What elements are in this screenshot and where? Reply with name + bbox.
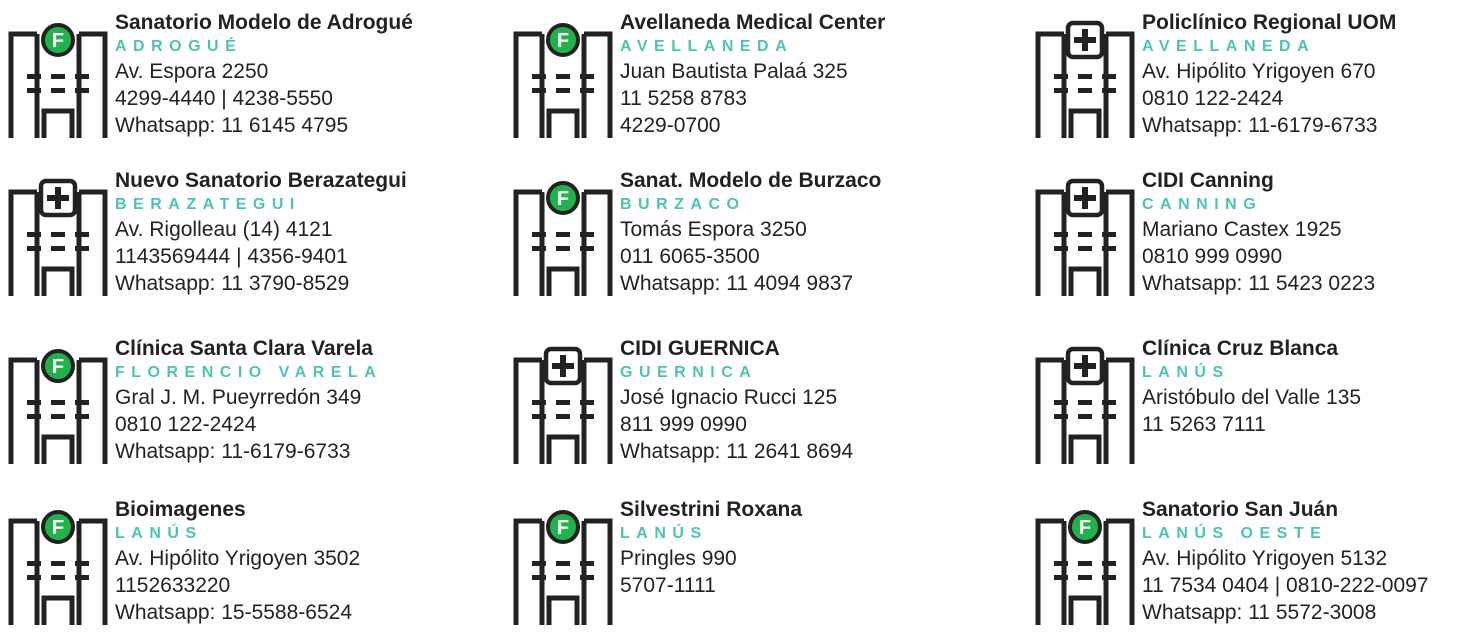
svg-text:F: F bbox=[557, 188, 569, 210]
clinic-whatsapp: Whatsapp: 11 2641 8694 bbox=[620, 440, 854, 463]
hospital-cross-icon bbox=[513, 340, 613, 466]
clinic-name: Bioimagenes bbox=[115, 498, 246, 521]
clinic-card: F Sanat. Modelo de Burzaco BURZACO Tomás… bbox=[513, 168, 983, 308]
clinic-address: Mariano Castex 1925 bbox=[1142, 218, 1342, 241]
hospital-f-icon: F bbox=[8, 501, 108, 627]
clinic-card: CIDI Canning CANNING Mariano Castex 1925… bbox=[1035, 168, 1475, 308]
clinic-name: Sanatorio Modelo de Adrogué bbox=[115, 11, 413, 34]
clinic-phone: 011 6065-3500 bbox=[620, 245, 760, 268]
clinic-card: Nuevo Sanatorio Berazategui BERAZATEGUI … bbox=[8, 168, 478, 308]
clinic-address: Pringles 990 bbox=[620, 547, 737, 570]
clinic-city: GUERNICA bbox=[620, 364, 758, 381]
clinic-name: Sanat. Modelo de Burzaco bbox=[620, 169, 882, 192]
svg-text:F: F bbox=[52, 30, 64, 52]
hospital-f-icon: F bbox=[8, 340, 108, 466]
clinic-directory: F Sanatorio Modelo de Adrogué ADROGUÉ Av… bbox=[0, 0, 1475, 629]
clinic-whatsapp: Whatsapp: 15-5588-6524 bbox=[115, 601, 352, 624]
clinic-city: BURZACO bbox=[620, 196, 746, 213]
clinic-phone-secondary: 4229-0700 bbox=[620, 114, 721, 137]
hospital-cross-icon bbox=[8, 172, 108, 298]
svg-text:F: F bbox=[1079, 517, 1091, 539]
hospital-f-icon: F bbox=[8, 14, 108, 140]
clinic-address: Av. Hipólito Yrigoyen 3502 bbox=[115, 547, 361, 570]
clinic-phone: 11 5263 7111 bbox=[1142, 413, 1266, 436]
clinic-name: Nuevo Sanatorio Berazategui bbox=[115, 169, 407, 192]
clinic-phone: 4299-4440 | 4238-5550 bbox=[115, 87, 333, 110]
clinic-address: Juan Bautista Palaá 325 bbox=[620, 60, 848, 83]
clinic-phone: 0810 122-2424 bbox=[115, 413, 257, 436]
clinic-whatsapp: Whatsapp: 11 6145 4795 bbox=[115, 114, 349, 137]
clinic-name: Policlínico Regional UOM bbox=[1142, 11, 1397, 34]
clinic-name: Silvestrini Roxana bbox=[620, 498, 803, 521]
clinic-address: Av. Espora 2250 bbox=[115, 60, 269, 83]
clinic-name: Sanatorio San Juán bbox=[1142, 498, 1339, 521]
clinic-city: FLORENCIO VARELA bbox=[115, 364, 383, 381]
clinic-whatsapp: Whatsapp: 11 5423 0223 bbox=[1142, 272, 1376, 295]
clinic-phone: 0810 122-2424 bbox=[1142, 87, 1284, 110]
clinic-card: F Silvestrini Roxana LANÚS Pringles 990 … bbox=[513, 497, 983, 637]
clinic-city: LANÚS bbox=[1142, 364, 1230, 381]
clinic-address: Gral J. M. Pueyrredón 349 bbox=[115, 386, 362, 409]
hospital-f-icon: F bbox=[513, 172, 613, 298]
clinic-name: CIDI GUERNICA bbox=[620, 337, 780, 360]
clinic-card: Policlínico Regional UOM AVELLANEDA Av. … bbox=[1035, 10, 1475, 150]
clinic-card: F Sanatorio San Juán LANÚS OESTE Av. Hip… bbox=[1035, 497, 1475, 637]
clinic-city: LANÚS OESTE bbox=[1142, 525, 1328, 542]
clinic-city: AVELLANEDA bbox=[1142, 38, 1316, 55]
clinic-city: ADROGUÉ bbox=[115, 38, 243, 55]
clinic-whatsapp: Whatsapp: 11 4094 9837 bbox=[620, 272, 854, 295]
clinic-city: LANÚS bbox=[620, 525, 708, 542]
clinic-card: F Bioimagenes LANÚS Av. Hipólito Yrigoye… bbox=[8, 497, 478, 637]
clinic-address: Aristóbulo del Valle 135 bbox=[1142, 386, 1362, 409]
clinic-card: F Avellaneda Medical Center AVELLANEDA J… bbox=[513, 10, 983, 150]
clinic-address: Av. Hipólito Yrigoyen 5132 bbox=[1142, 547, 1388, 570]
clinic-card: Clínica Cruz Blanca LANÚS Aristóbulo del… bbox=[1035, 336, 1475, 476]
hospital-f-icon: F bbox=[513, 14, 613, 140]
clinic-name: Clínica Santa Clara Varela bbox=[115, 337, 373, 360]
hospital-cross-icon bbox=[1035, 340, 1135, 466]
clinic-card: CIDI GUERNICA GUERNICA José Ignacio Rucc… bbox=[513, 336, 983, 476]
clinic-whatsapp: Whatsapp: 11 5572-3008 bbox=[1142, 601, 1377, 624]
clinic-address: Tomás Espora 3250 bbox=[620, 218, 807, 241]
clinic-whatsapp: Whatsapp: 11 3790-8529 bbox=[115, 272, 350, 295]
clinic-name: CIDI Canning bbox=[1142, 169, 1274, 192]
clinic-phone: 1152633220 bbox=[115, 574, 231, 597]
clinic-phone: 11 5258 8783 bbox=[620, 87, 747, 110]
clinic-address: José Ignacio Rucci 125 bbox=[620, 386, 838, 409]
clinic-phone: 5707-1111 bbox=[620, 574, 716, 597]
hospital-f-icon: F bbox=[513, 501, 613, 627]
svg-text:F: F bbox=[557, 517, 569, 539]
hospital-f-icon: F bbox=[1035, 501, 1135, 627]
svg-text:F: F bbox=[52, 356, 64, 378]
clinic-phone: 1143569444 | 4356-9401 bbox=[115, 245, 348, 268]
clinic-city: CANNING bbox=[1142, 196, 1263, 213]
clinic-phone: 811 999 0990 bbox=[620, 413, 747, 436]
clinic-address: Av. Hipólito Yrigoyen 670 bbox=[1142, 60, 1376, 83]
clinic-address: Av. Rigolleau (14) 4121 bbox=[115, 218, 333, 241]
clinic-name: Clínica Cruz Blanca bbox=[1142, 337, 1339, 360]
clinic-whatsapp: Whatsapp: 11-6179-6733 bbox=[1142, 114, 1378, 137]
clinic-city: BERAZATEGUI bbox=[115, 196, 301, 213]
clinic-name: Avellaneda Medical Center bbox=[620, 11, 886, 34]
hospital-cross-icon bbox=[1035, 172, 1135, 298]
svg-text:F: F bbox=[557, 30, 569, 52]
svg-text:F: F bbox=[52, 517, 64, 539]
clinic-card: F Clínica Santa Clara Varela FLORENCIO V… bbox=[8, 336, 478, 476]
clinic-phone: 11 7534 0404 | 0810-222-0097 bbox=[1142, 574, 1429, 597]
hospital-cross-icon bbox=[1035, 14, 1135, 140]
clinic-phone: 0810 999 0990 bbox=[1142, 245, 1283, 268]
clinic-city: LANÚS bbox=[115, 525, 203, 542]
clinic-whatsapp: Whatsapp: 11-6179-6733 bbox=[115, 440, 351, 463]
clinic-city: AVELLANEDA bbox=[620, 38, 794, 55]
clinic-card: F Sanatorio Modelo de Adrogué ADROGUÉ Av… bbox=[8, 10, 478, 150]
